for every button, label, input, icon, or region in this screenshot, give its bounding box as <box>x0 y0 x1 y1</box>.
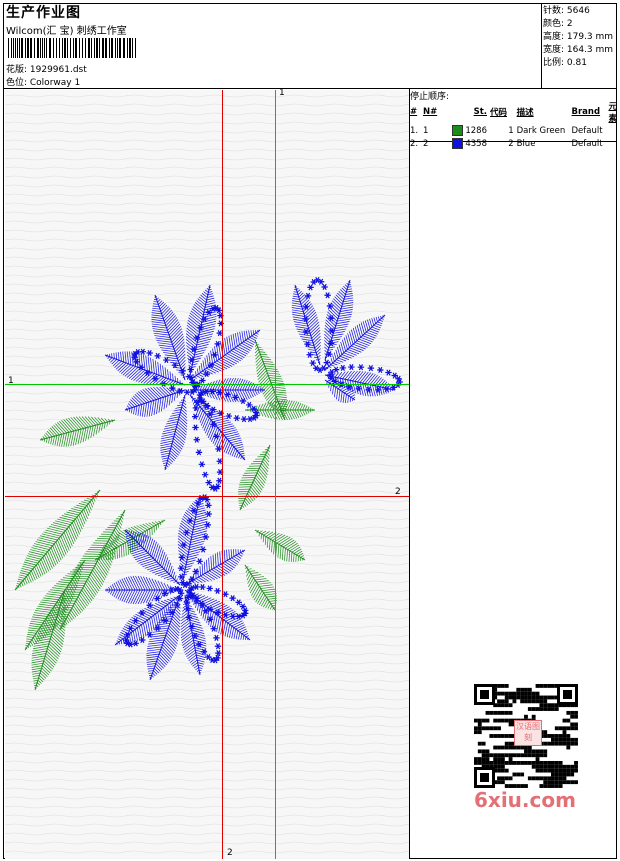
guide-label-green-top: 1 <box>279 88 285 98</box>
design-height: 高度: 179.3 mm <box>543 32 614 42</box>
blue-petal-right <box>291 284 321 366</box>
row-index: 2. <box>410 138 419 149</box>
stats-divider <box>541 3 542 88</box>
col-header-brand: Brand <box>571 107 601 117</box>
embroidery-artwork <box>14 276 403 691</box>
green-leaf <box>39 416 116 447</box>
green-horizontal-guide <box>5 384 409 385</box>
design-width: 宽度: 164.3 mm <box>543 45 614 55</box>
row-brand: Default <box>571 125 603 136</box>
design-preview <box>5 90 409 859</box>
qr-stamp: 汉语图刻 <box>514 720 542 746</box>
star-petal <box>186 583 249 620</box>
header-divider <box>3 88 617 89</box>
col-header-number: N# <box>422 107 438 117</box>
stop-sequence-table: # N# St. 代码 描述 Brand 元素 1. 1 1286 1 Dark Gr… <box>410 100 620 150</box>
row-stitches: 1286 <box>465 126 487 136</box>
page-title: 生产作业图 <box>6 5 81 21</box>
color-swatch <box>451 138 463 149</box>
design-file-label: 花版: 1929961.dst <box>6 65 87 75</box>
row-stitches: 4358 <box>465 139 487 149</box>
color-swatch <box>451 125 463 136</box>
guide-label-red-bottom: 2 <box>227 848 233 858</box>
panel-divider <box>409 88 410 859</box>
green-vertical-guide <box>275 90 276 859</box>
row-needle: 1 <box>422 125 429 136</box>
frame-top <box>3 3 617 4</box>
col-header-stitches: St. <box>473 107 487 117</box>
row-description: Dark Green <box>516 125 566 136</box>
blue-petal-upper <box>189 329 261 381</box>
color-row: 2. 2 4358 2 Blue Default <box>410 137 620 150</box>
red-vertical-guide <box>222 90 223 859</box>
watermark-logo: 6xiu.com <box>474 788 576 812</box>
row-description: Blue <box>516 138 536 149</box>
design-scale: 比例: 0.81 <box>543 58 587 68</box>
green-leaf <box>14 489 101 591</box>
company-name: Wilcom(汇 宝) 刺绣工作室 <box>6 26 127 37</box>
blue-petal-upper <box>151 294 186 381</box>
green-leaf <box>244 564 277 611</box>
col-header-description: 描述 <box>516 108 534 118</box>
green-leaf <box>254 529 306 562</box>
row-element <box>608 124 620 137</box>
row-code: 1 <box>508 125 514 136</box>
row-element <box>608 137 620 150</box>
stitch-count: 针数: 5646 <box>543 6 590 16</box>
row-code: 2 <box>508 138 514 149</box>
frame-left <box>3 3 4 859</box>
col-header-code: 代码 <box>490 108 508 118</box>
guide-label-green-left: 1 <box>8 376 14 386</box>
col-header-index: # <box>410 107 418 117</box>
red-horizontal-guide <box>5 496 409 497</box>
star-petal <box>187 304 224 389</box>
guide-label-red-right: 2 <box>395 487 401 497</box>
row-index: 1. <box>410 125 419 136</box>
row-needle: 2 <box>422 138 429 149</box>
color-count: 颜色: 2 <box>543 19 573 29</box>
col-header-element: 元素 <box>608 102 617 124</box>
blue-petal-upper <box>124 386 186 417</box>
blue-petal-upper <box>104 351 186 386</box>
color-row: 1. 1 1286 1 Dark Green Default <box>410 124 620 137</box>
green-leaf <box>238 444 271 511</box>
row-brand: Default <box>571 138 603 149</box>
barcode <box>8 38 138 58</box>
colorway-label: 色位: Colorway 1 <box>6 78 81 88</box>
